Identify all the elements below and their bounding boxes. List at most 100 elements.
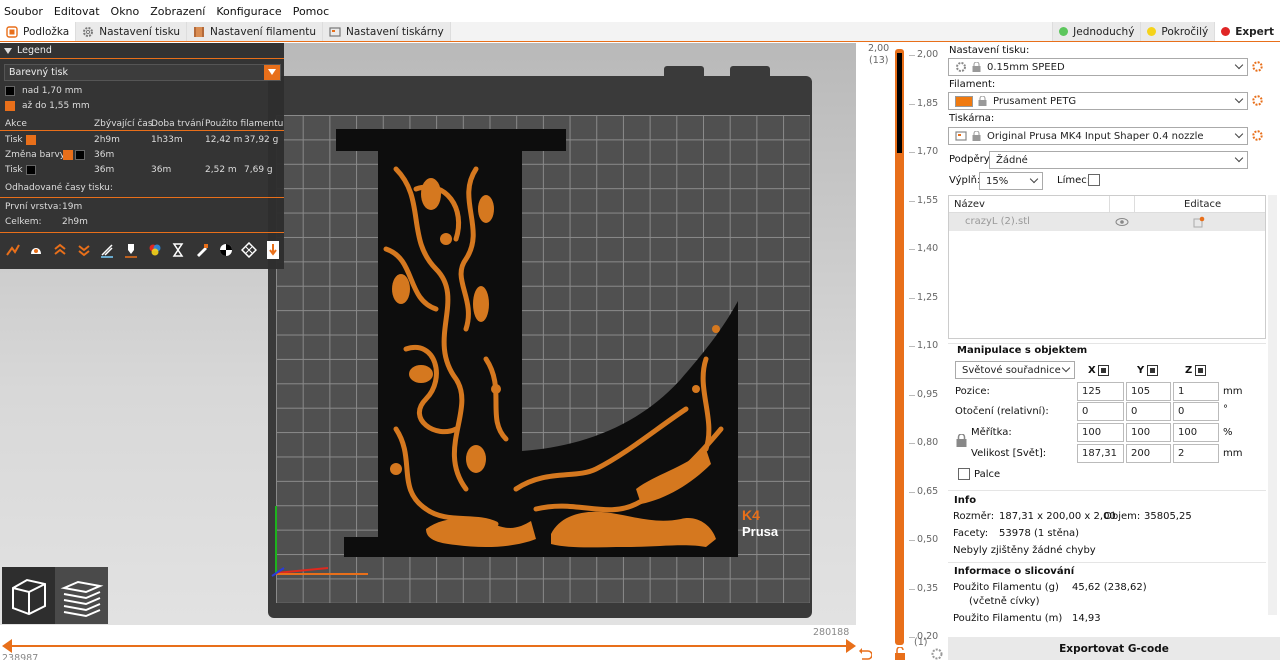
mode-expert[interactable]: Expert	[1214, 22, 1280, 41]
edit-icon[interactable]	[1193, 216, 1205, 228]
scale-z-input[interactable]: 100	[1173, 423, 1219, 442]
horizontal-move-slider[interactable]: 280188 238987	[0, 625, 870, 660]
lock-scale-icon[interactable]	[956, 434, 967, 447]
custom-gcode-icon[interactable]	[193, 240, 212, 259]
pause-icon[interactable]	[169, 240, 188, 259]
printer-profile-value: Original Prusa MK4 Input Shaper 0.4 nozz…	[987, 130, 1204, 142]
vslider-tick-label: 0,35	[917, 582, 939, 594]
retraction-icon[interactable]	[50, 240, 69, 259]
tab-print-settings[interactable]: Nastavení tisku	[76, 22, 188, 41]
print-settings-gear-icon[interactable]	[1251, 60, 1264, 73]
drop-to-bed-icon[interactable]	[1147, 365, 1158, 376]
mode-expert-dot	[1221, 27, 1231, 36]
view-toggle-group	[2, 567, 108, 624]
print-profile-select[interactable]: 0.15mm SPEED	[948, 58, 1248, 76]
vslider-tick-label: 1,55	[917, 194, 939, 206]
row-length: 2,52 m	[205, 165, 237, 175]
legend-table: Akce Zbývající čas Doba trvání Použito f…	[0, 117, 284, 178]
legend-header[interactable]: Legend	[0, 43, 284, 59]
menu-view[interactable]: Zobrazení	[150, 5, 205, 18]
tab-plater[interactable]: Podložka	[0, 22, 77, 41]
sliced-model-preview[interactable]	[336, 129, 741, 557]
rotation-label: Otočení (relativní):	[955, 406, 1049, 417]
mode-advanced[interactable]: Pokročilý	[1140, 22, 1215, 41]
size-y-input[interactable]: 200	[1126, 444, 1171, 463]
tab-printer-settings[interactable]: Nastavení tiskárny	[323, 22, 451, 41]
tool-marker-icon[interactable]	[264, 240, 283, 259]
eye-icon[interactable]	[1115, 217, 1129, 227]
wipe-icon[interactable]	[27, 240, 46, 259]
vslider-ticks	[909, 49, 915, 645]
printer-profile-select[interactable]: Original Prusa MK4 Input Shaper 0.4 nozz…	[948, 127, 1248, 145]
vslider-tick	[909, 394, 915, 396]
center-of-gravity-icon[interactable]	[216, 240, 235, 259]
vslider-tick-label: 1,70	[917, 146, 939, 157]
list-item[interactable]: crazyL (2).stl	[949, 213, 1265, 231]
vertical-layer-slider[interactable]: 2,00 (13) 2,00 1,85 1,70 1,55 1,40 1,25 1,10 0,…	[856, 43, 946, 660]
printer-settings-gear-icon[interactable]	[1251, 129, 1264, 142]
rotation-z-input[interactable]: 0	[1173, 402, 1219, 421]
brim-checkbox[interactable]	[1088, 174, 1100, 186]
position-x-input[interactable]: 125	[1077, 382, 1124, 401]
drop-to-bed-icon[interactable]	[1195, 365, 1206, 376]
vslider-bar[interactable]	[895, 49, 904, 645]
legend-title: Legend	[17, 45, 52, 56]
menu-configuration[interactable]: Konfigurace	[216, 5, 281, 18]
vslider-tick	[909, 249, 915, 250]
menu-window[interactable]: Okno	[111, 5, 140, 18]
tool-change-icon[interactable]	[121, 240, 140, 259]
sidebar-scrollbar[interactable]	[1268, 195, 1277, 615]
rotation-y-input[interactable]: 0	[1126, 402, 1171, 421]
range-label: nad 1,70 mm	[22, 86, 83, 96]
vslider-tick-label: 2,00	[917, 49, 939, 60]
3d-view-button[interactable]	[2, 567, 55, 624]
seam-icon[interactable]	[98, 240, 117, 259]
hslider-left-thumb[interactable]	[2, 639, 14, 653]
plater-icon	[6, 25, 18, 38]
range-swatch-orange	[5, 101, 15, 111]
vslider-top-layer: (13)	[869, 55, 889, 66]
lock-icon	[972, 61, 981, 72]
menu-help[interactable]: Pomoc	[293, 5, 329, 18]
supports-select[interactable]: Žádné	[989, 151, 1248, 169]
drop-to-bed-icon[interactable]	[1098, 365, 1109, 376]
size-x-input[interactable]: 187,31	[1077, 444, 1124, 463]
legend-range-item: nad 1,70 mm	[5, 86, 82, 96]
chevron-down-icon	[1234, 153, 1244, 163]
col-divider	[1109, 196, 1110, 212]
hslider-right-thumb[interactable]	[844, 639, 856, 653]
menu-edit[interactable]: Editovat	[54, 5, 100, 18]
view-type-select[interactable]: Barevný tisk	[4, 64, 281, 81]
position-unit: mm	[1223, 386, 1243, 397]
size-z-input[interactable]: 2	[1173, 444, 1219, 463]
row-duration: 36m	[151, 165, 172, 175]
position-label: Pozice:	[955, 386, 990, 397]
menu-file[interactable]: Soubor	[4, 5, 43, 18]
export-gcode-button[interactable]: Exportovat G-code	[948, 637, 1280, 660]
undo-arrow-icon[interactable]	[858, 647, 872, 660]
inches-checkbox[interactable]	[958, 468, 970, 480]
scale-x-input[interactable]: 100	[1077, 423, 1124, 442]
legend-panel: Legend Barevný tisk nad 1,70 mm až do 1,…	[0, 43, 284, 269]
lock-icon[interactable]	[894, 647, 906, 660]
filament-settings-gear-icon[interactable]	[1251, 94, 1264, 107]
shells-icon[interactable]	[240, 240, 259, 259]
position-y-input[interactable]: 105	[1126, 382, 1171, 401]
cog-icon[interactable]	[930, 647, 944, 660]
rotation-x-input[interactable]: 0	[1077, 402, 1124, 421]
scale-y-input[interactable]: 100	[1126, 423, 1171, 442]
preview-layers-button[interactable]	[55, 567, 108, 624]
infill-select[interactable]: 15%	[979, 172, 1043, 190]
color-change-icon[interactable]	[145, 240, 164, 259]
position-z-input[interactable]: 1	[1173, 382, 1219, 401]
mode-simple[interactable]: Jednoduchý	[1052, 22, 1141, 41]
filament-profile-select[interactable]: Prusament PETG	[948, 92, 1248, 110]
chevron-down-icon	[1061, 363, 1071, 373]
travel-icon[interactable]	[3, 240, 22, 259]
deretraction-icon[interactable]	[74, 240, 93, 259]
col-remaining: Zbývající čas	[94, 119, 153, 129]
hslider-track[interactable]	[6, 645, 852, 647]
tab-filament-settings[interactable]: Nastavení filamentu	[187, 22, 324, 41]
chevron-down-icon	[264, 65, 280, 80]
coordinates-select[interactable]: Světové souřadnice	[955, 361, 1075, 379]
